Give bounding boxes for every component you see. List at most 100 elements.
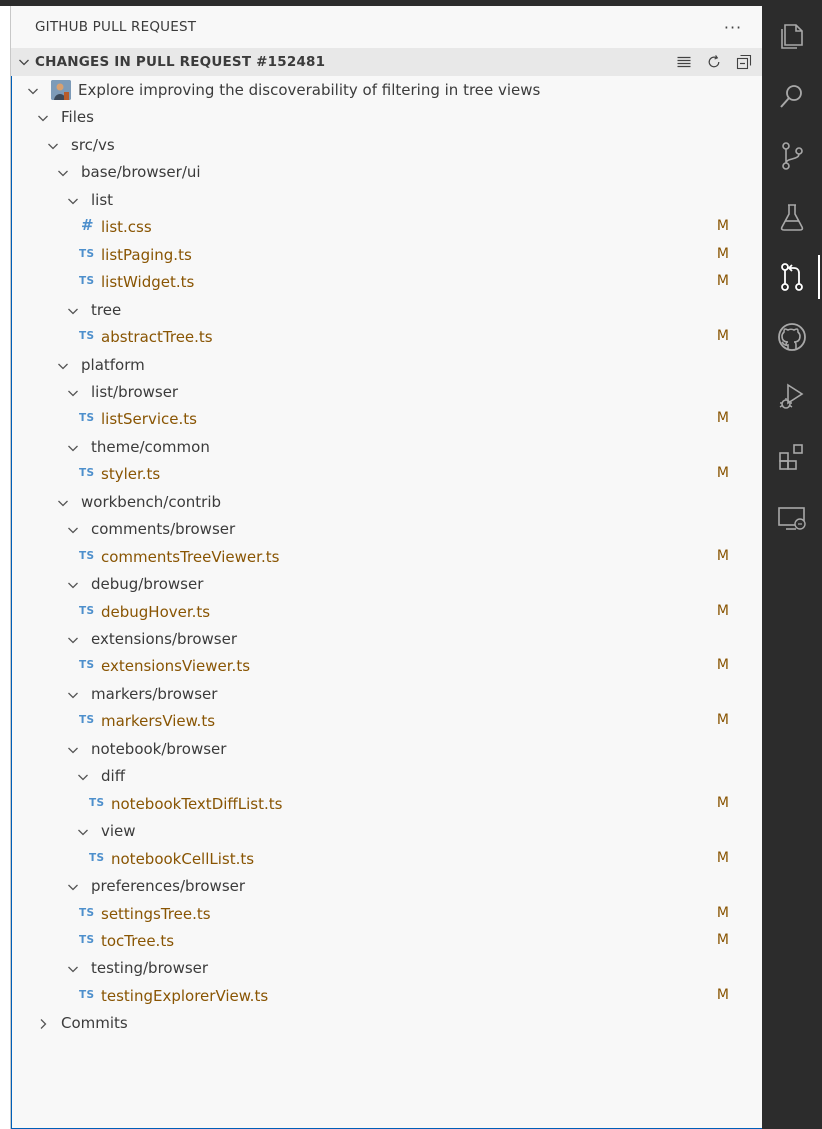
folder-item[interactable]: workbench/contrib: [11, 489, 763, 516]
pull-request-item[interactable]: Explore improving the discoverability of…: [11, 77, 763, 104]
github-button[interactable]: [776, 321, 808, 353]
modified-badge: M: [716, 602, 729, 619]
explorer-button[interactable]: [776, 20, 808, 52]
folder-label: debug/browser: [91, 575, 204, 594]
file-label: notebookTextDiffList.ts: [111, 794, 283, 813]
file-item[interactable]: TS notebookCellList.ts M: [11, 846, 763, 873]
folder-item[interactable]: platform: [11, 352, 763, 379]
folder-label: view: [101, 822, 136, 841]
folder-label: list: [91, 190, 114, 209]
file-label: notebookCellList.ts: [111, 849, 255, 868]
chevron-down-icon: [68, 692, 78, 699]
modified-badge: M: [716, 218, 729, 235]
folder-item[interactable]: tree: [11, 297, 763, 324]
modified-badge: M: [716, 273, 729, 290]
pull-request-icon: [781, 262, 803, 291]
typescript-file-icon: TS: [79, 549, 95, 562]
source-control-icon: [782, 142, 803, 171]
source-control-button[interactable]: [776, 140, 808, 172]
file-label: tocTree.ts: [101, 931, 175, 950]
file-item[interactable]: TS tocTree.ts M: [11, 928, 763, 955]
folder-item[interactable]: list: [11, 187, 763, 214]
remote-explorer-button[interactable]: [776, 502, 808, 534]
file-label: styler.ts: [101, 465, 161, 484]
file-label: settingsTree.ts: [101, 904, 211, 923]
refresh-button[interactable]: [703, 52, 725, 72]
folder-label: workbench/contrib: [81, 492, 222, 511]
refresh-icon: [708, 55, 720, 68]
extensions-button[interactable]: [776, 441, 808, 473]
pull-request-button[interactable]: [776, 261, 808, 293]
collapse-all-icon: [736, 54, 752, 70]
extensions-icon: [779, 444, 803, 471]
folder-item[interactable]: markers/browser: [11, 681, 763, 708]
file-item[interactable]: TS notebookTextDiffList.ts M: [11, 791, 763, 818]
search-icon: [780, 85, 802, 108]
folder-label: testing/browser: [91, 959, 209, 978]
file-item[interactable]: TS commentsTreeViewer.ts M: [11, 544, 763, 571]
file-label: list.css: [101, 218, 152, 237]
chevron-down-icon: [38, 115, 48, 122]
active-view-indicator: [818, 254, 820, 299]
file-label: listService.ts: [101, 410, 197, 429]
chevron-down-icon: [68, 966, 78, 973]
changes-section-header[interactable]: CHANGES IN PULL REQUEST #152481: [11, 48, 763, 76]
modified-badge: M: [716, 410, 729, 427]
folder-item[interactable]: preferences/browser: [11, 873, 763, 900]
file-item[interactable]: TS settingsTree.ts M: [11, 901, 763, 928]
folder-item[interactable]: Commits: [11, 1010, 763, 1037]
folder-item[interactable]: extensions/browser: [11, 626, 763, 653]
file-item[interactable]: TS debugHover.ts M: [11, 599, 763, 626]
typescript-file-icon: TS: [79, 412, 95, 425]
run-debug-button[interactable]: [776, 381, 808, 413]
file-label: testingExplorerView.ts: [101, 986, 269, 1005]
search-button[interactable]: [776, 80, 808, 112]
file-label: debugHover.ts: [101, 602, 211, 621]
file-item[interactable]: TS extensionsViewer.ts M: [11, 653, 763, 680]
chevron-down-icon: [58, 500, 68, 507]
file-item[interactable]: TS styler.ts M: [11, 461, 763, 488]
css-file-icon: #: [81, 216, 94, 235]
folder-item[interactable]: view: [11, 818, 763, 845]
folder-item[interactable]: base/browser/ui: [11, 159, 763, 186]
folder-item[interactable]: Files: [11, 104, 763, 131]
collapse-all-button[interactable]: [733, 52, 755, 72]
folder-item[interactable]: testing/browser: [11, 955, 763, 982]
typescript-file-icon: TS: [79, 714, 95, 727]
file-item[interactable]: TS listPaging.ts M: [11, 242, 763, 269]
folder-label: extensions/browser: [91, 630, 238, 648]
folder-item[interactable]: theme/common: [11, 434, 763, 461]
github-pull-request-view: GITHUB PULL REQUEST ··· CHANGES IN PULL …: [10, 6, 763, 1129]
file-item[interactable]: TS markersView.ts M: [11, 708, 763, 735]
chevron-down-icon: [68, 527, 78, 534]
chevron-down-icon: [68, 445, 78, 452]
folder-label: comments/browser: [91, 520, 236, 539]
remote-explorer-icon: [778, 506, 806, 530]
testing-button[interactable]: [776, 201, 808, 233]
modified-badge: M: [716, 657, 729, 674]
folder-item[interactable]: src/vs: [11, 132, 763, 159]
view-title-bar: GITHUB PULL REQUEST ···: [11, 6, 763, 48]
file-label: commentsTreeViewer.ts: [101, 547, 280, 566]
folder-item[interactable]: debug/browser: [11, 571, 763, 598]
more-actions-button[interactable]: ···: [721, 17, 745, 37]
file-item[interactable]: TS testingExplorerView.ts M: [11, 983, 763, 1010]
folder-item[interactable]: notebook/browser: [11, 736, 763, 763]
chevron-down-icon: [68, 637, 78, 644]
file-item[interactable]: TS abstractTree.ts M: [11, 324, 763, 351]
file-item[interactable]: TS listService.ts M: [11, 406, 763, 433]
run-debug-icon: [779, 383, 804, 409]
avatar: [51, 80, 71, 100]
view-as-list-button[interactable]: [673, 52, 695, 72]
typescript-file-icon: TS: [89, 796, 105, 809]
file-label: listPaging.ts: [101, 245, 192, 264]
file-item[interactable]: TS listWidget.ts M: [11, 269, 763, 296]
chevron-down-icon: [68, 390, 78, 397]
modified-badge: M: [716, 465, 729, 482]
folder-item[interactable]: comments/browser: [11, 516, 763, 543]
folder-item[interactable]: list/browser: [11, 379, 763, 406]
file-item[interactable]: # list.css M: [11, 214, 763, 241]
file-label: extensionsViewer.ts: [101, 657, 251, 676]
folder-item[interactable]: diff: [11, 763, 763, 790]
chevron-down-icon: [28, 88, 38, 95]
